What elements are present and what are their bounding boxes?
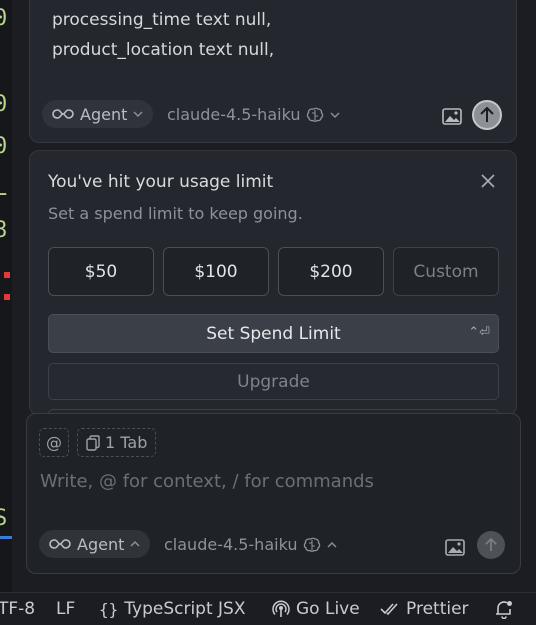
- context-tab-chip[interactable]: 1 Tab: [77, 428, 157, 457]
- model-label: claude-4.5-haiku: [167, 105, 301, 124]
- agent-mode-label: Agent: [77, 534, 125, 554]
- notifications-button[interactable]: [494, 599, 514, 619]
- tab-count-label: 1 Tab: [105, 433, 148, 452]
- go-live-label: Go Live: [296, 599, 360, 619]
- brain-icon: [304, 537, 321, 552]
- model-selector[interactable]: claude-4.5-haiku: [164, 535, 337, 554]
- message-line: processing_time text null,: [52, 10, 272, 30]
- chevron-up-icon: [327, 541, 337, 547]
- encoding-label: TF-8: [0, 599, 36, 619]
- chat-input[interactable]: Write, @ for context, / for commands: [40, 471, 374, 492]
- copy-icon: [86, 434, 100, 451]
- gutter-glyph: S: [0, 506, 8, 531]
- amount-50-button[interactable]: $50: [48, 247, 154, 296]
- at-icon: @: [46, 433, 62, 452]
- chevron-down-icon: [330, 112, 340, 118]
- infinity-icon: [52, 109, 74, 119]
- model-label: claude-4.5-haiku: [164, 535, 298, 554]
- amount-200-button[interactable]: $200: [278, 247, 384, 296]
- image-icon[interactable]: [444, 537, 466, 557]
- gutter-glyph: 0: [0, 92, 8, 117]
- broadcast-icon: [272, 600, 290, 617]
- set-spend-limit-label: Set Spend Limit: [206, 323, 341, 344]
- arrow-up-icon: [485, 538, 497, 551]
- error-marker: [4, 294, 10, 300]
- gutter-glyph: 0: [0, 134, 8, 159]
- model-selector[interactable]: claude-4.5-haiku: [167, 105, 340, 124]
- arrow-up-icon: [480, 107, 494, 122]
- brain-icon: [307, 107, 324, 122]
- agent-mode-label: Agent: [80, 104, 128, 124]
- braces-icon: {}: [99, 599, 119, 619]
- gutter-glyph: L: [0, 176, 8, 201]
- cursor-line-marker: [0, 536, 12, 539]
- limit-subtitle: Set a spend limit to keep going.: [48, 204, 303, 223]
- usage-limit-panel: You've hit your usage limit Set a spend …: [29, 150, 517, 416]
- chat-composer: @ 1 Tab Write, @ for context, / for comm…: [26, 413, 521, 574]
- double-check-icon: [380, 603, 398, 616]
- language-label: TypeScript JSX: [124, 599, 246, 619]
- agent-mode-selector[interactable]: Agent: [39, 530, 151, 558]
- set-spend-limit-button[interactable]: Set Spend Limit ⌃⏎: [48, 314, 499, 353]
- shortcut-hint: ⌃⏎: [468, 325, 490, 340]
- line-ending-indicator[interactable]: LF: [56, 599, 75, 619]
- amount-100-button[interactable]: $100: [163, 247, 269, 296]
- gutter-glyph: 8: [0, 218, 8, 243]
- upgrade-button[interactable]: Upgrade: [48, 363, 499, 400]
- status-bar: TF-8 LF {} TypeScript JSX Go Live Pretti…: [0, 592, 536, 625]
- bell-dot-icon: [496, 601, 512, 619]
- send-button[interactable]: [472, 100, 502, 130]
- editor-gutter: 0 0 0 L 8 S: [0, 0, 12, 592]
- limit-title: You've hit your usage limit: [48, 172, 274, 192]
- amount-custom-button[interactable]: Custom: [393, 247, 499, 296]
- message-line: product_location text null,: [52, 40, 275, 60]
- line-ending-label: LF: [56, 599, 76, 619]
- agent-mode-selector[interactable]: Agent: [42, 100, 154, 128]
- close-button[interactable]: [476, 169, 500, 193]
- encoding-indicator[interactable]: TF-8: [0, 599, 35, 619]
- image-icon[interactable]: [441, 106, 463, 126]
- language-mode[interactable]: {} TypeScript JSX: [99, 599, 245, 619]
- go-live-button[interactable]: Go Live: [272, 599, 360, 619]
- sent-message-card: processing_time text null, product_locat…: [29, 0, 517, 143]
- error-marker: [4, 272, 10, 278]
- close-icon: [481, 174, 495, 188]
- gutter-glyph: 0: [0, 6, 8, 31]
- chevron-up-icon: [130, 541, 140, 547]
- prettier-label: Prettier: [406, 599, 469, 619]
- mention-button[interactable]: @: [39, 428, 69, 457]
- send-button[interactable]: [477, 531, 505, 559]
- chevron-down-icon: [133, 111, 143, 117]
- prettier-button[interactable]: Prettier: [380, 599, 469, 619]
- infinity-icon: [49, 539, 71, 549]
